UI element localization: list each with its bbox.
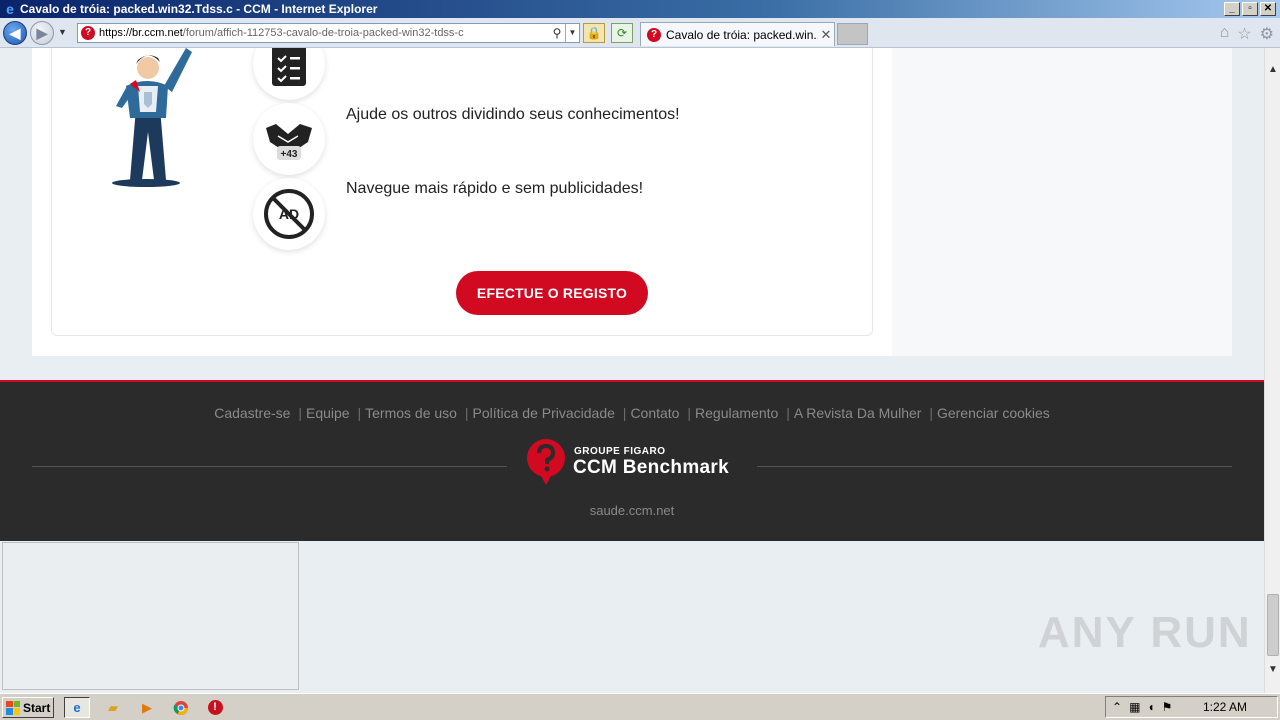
tray-expand-icon[interactable]: ⌃ bbox=[1112, 700, 1122, 714]
brand-name: CCM Benchmark bbox=[573, 457, 729, 478]
browser-toolbar: ◀ ▶ ▼ ? https://br.ccm.net/forum/affich-… bbox=[0, 18, 1280, 48]
footer-domain[interactable]: saude.ccm.net bbox=[0, 503, 1264, 518]
internet-explorer-icon: e bbox=[6, 1, 14, 17]
tab-favicon-icon: ? bbox=[647, 27, 661, 42]
register-button[interactable]: EFECTUE O REGISTO bbox=[456, 271, 648, 315]
favorites-star-icon[interactable]: ☆ bbox=[1237, 24, 1251, 44]
tray-flag-icon[interactable]: ⚑ bbox=[1162, 700, 1173, 714]
tab-close-icon[interactable]: ✕ bbox=[818, 27, 834, 43]
home-icon[interactable]: ⌂ bbox=[1220, 24, 1230, 44]
system-tray: ⌃ ▦ ◖ ⚑ 1:22 AM bbox=[1105, 696, 1278, 718]
feature-handshake-circle: +43 bbox=[253, 103, 325, 175]
footer-link-terms[interactable]: Termos de uso bbox=[365, 405, 457, 421]
settings-gear-icon[interactable]: ⚙ bbox=[1260, 24, 1274, 44]
footer-links: Cadastre-se | Equipe | Termos de uso | Polí… bbox=[214, 405, 1050, 421]
page-viewport: +43 Ajude os outros dividindo seus conhe… bbox=[0, 48, 1264, 693]
new-tab-button[interactable] bbox=[837, 23, 868, 45]
brand-group-name: GROUPE FIGARO bbox=[574, 446, 666, 457]
refresh-icon[interactable]: ⟳ bbox=[611, 23, 633, 43]
clipboard-checklist-icon bbox=[272, 48, 306, 86]
back-arrow-icon: ◀ bbox=[9, 24, 21, 41]
sidebar-column bbox=[892, 48, 1232, 356]
taskbar-explorer-icon[interactable]: ▰ bbox=[100, 697, 126, 718]
footer-divider-right bbox=[757, 466, 1232, 467]
tray-volume-icon[interactable]: ◖ bbox=[1147, 700, 1154, 714]
history-dropdown-icon[interactable]: ▼ bbox=[58, 27, 67, 37]
footer-divider-left bbox=[32, 466, 507, 467]
tray-clock[interactable]: 1:22 AM bbox=[1203, 700, 1247, 714]
lock-icon[interactable]: 🔒 bbox=[583, 23, 605, 43]
forward-arrow-icon: ▶ bbox=[36, 24, 48, 41]
blank-popup-panel bbox=[2, 542, 299, 690]
footer-link-signup[interactable]: Cadastre-se bbox=[214, 405, 290, 421]
feature-noads-circle: AD bbox=[253, 178, 325, 250]
superhero-illustration bbox=[112, 48, 192, 187]
footer-link-privacy[interactable]: Política de Privacidade bbox=[472, 405, 614, 421]
taskbar-alert-icon[interactable]: ! bbox=[202, 697, 228, 718]
url-path: /forum/affich-112753-cavalo-de-troia-pac… bbox=[182, 27, 464, 39]
window-title-bar: e Cavalo de tróia: packed.win32.Tdss.c -… bbox=[0, 0, 1280, 18]
windows-logo-icon bbox=[6, 700, 20, 715]
address-bar[interactable]: ? https://br.ccm.net/forum/affich-112753… bbox=[77, 23, 580, 43]
site-footer: Cadastre-se | Equipe | Termos de uso | Polí… bbox=[0, 380, 1264, 541]
url-host: https://br.ccm.net bbox=[99, 27, 183, 39]
close-button[interactable]: ✕ bbox=[1260, 2, 1276, 16]
search-icon[interactable]: ⚲ bbox=[549, 26, 565, 40]
back-button[interactable]: ◀ bbox=[3, 21, 27, 45]
scroll-up-icon[interactable]: ▲ bbox=[1265, 62, 1280, 78]
anyrun-watermark: ANY RUN bbox=[1038, 608, 1252, 657]
ccm-benchmark-logo[interactable]: GROUPE FIGARO CCM Benchmark bbox=[526, 438, 741, 488]
footer-link-team[interactable]: Equipe bbox=[306, 405, 350, 421]
forward-button[interactable]: ▶ bbox=[30, 21, 54, 45]
address-dropdown-icon[interactable]: ▼ bbox=[565, 24, 579, 42]
minimize-button[interactable]: _ bbox=[1224, 2, 1240, 16]
start-button[interactable]: Start bbox=[2, 697, 54, 718]
footer-link-magazine[interactable]: A Revista Da Mulher bbox=[794, 405, 922, 421]
site-favicon-icon: ? bbox=[81, 26, 95, 40]
tab-label: Cavalo de tróia: packed.win... bbox=[666, 27, 818, 42]
maximize-button[interactable]: ▫ bbox=[1242, 2, 1258, 16]
handshake-icon: +43 bbox=[266, 124, 312, 160]
feature-text-noads: Navegue mais rápido e sem publicidades! bbox=[346, 180, 644, 197]
tab-active[interactable]: ? Cavalo de tróia: packed.win... ✕ bbox=[640, 22, 835, 46]
scrollbar-thumb[interactable] bbox=[1267, 594, 1279, 656]
taskbar-chrome-icon[interactable] bbox=[168, 697, 194, 718]
no-ads-icon: AD bbox=[264, 189, 314, 239]
footer-link-cookies[interactable]: Gerenciar cookies bbox=[937, 405, 1050, 421]
footer-link-contact[interactable]: Contato bbox=[630, 405, 679, 421]
feature-text-share: Ajude os outros dividindo seus conhecime… bbox=[346, 106, 680, 123]
scroll-down-icon[interactable]: ▼ bbox=[1265, 662, 1280, 678]
window-title: Cavalo de tróia: packed.win32.Tdss.c - C… bbox=[20, 2, 378, 16]
ccm-logo-mark-icon bbox=[527, 439, 565, 485]
handshake-badge: +43 bbox=[281, 149, 298, 160]
address-url[interactable]: https://br.ccm.net/forum/affich-112753-c… bbox=[99, 27, 549, 39]
start-label: Start bbox=[23, 700, 51, 715]
footer-link-rules[interactable]: Regulamento bbox=[695, 405, 778, 421]
tray-network-icon[interactable]: ▦ bbox=[1129, 700, 1140, 714]
page-scrollbar[interactable]: ▲ ▼ bbox=[1264, 48, 1280, 693]
windows-taskbar: Start e ▰ ▶ ! ⌃ ▦ ◖ ⚑ 1:22 AM bbox=[0, 693, 1280, 720]
taskbar-ie-icon[interactable]: e bbox=[64, 697, 90, 718]
taskbar-media-player-icon[interactable]: ▶ bbox=[134, 697, 160, 718]
